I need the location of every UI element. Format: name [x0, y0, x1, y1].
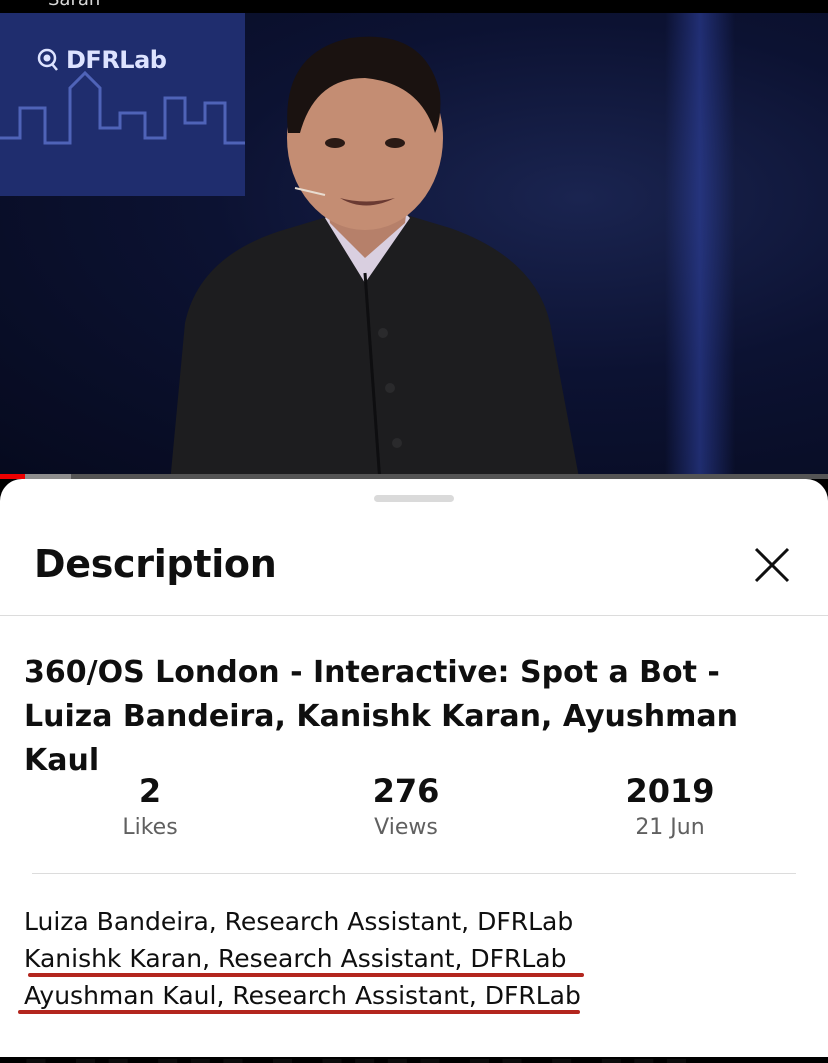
description-overflow-line: ▬ ▬▬ ▬▬▬ ▬ ▬▬▬▬ ▬▬ ▬ ▬▬▬ ▬▬ ▬▬▬: [24, 1051, 714, 1063]
magnifier-logo-icon: [37, 48, 58, 71]
red-underline-annotation: [18, 1010, 580, 1014]
sheet-header-divider: [0, 615, 828, 616]
views-stat: 276 Views: [306, 769, 506, 843]
sheet-title: Description: [34, 542, 277, 586]
date-stat: 2019 21 Jun: [570, 769, 770, 843]
description-text: Luiza Bandeira, Research Assistant, DFRL…: [18, 903, 814, 1014]
description-line: Kanishk Karan, Research Assistant, DFRLa…: [24, 944, 567, 973]
video-player[interactable]: DFRLab: [0, 13, 828, 475]
upload-year: 2019: [625, 772, 715, 810]
likes-stat: 2 Likes: [50, 769, 250, 843]
description-line: Luiza Bandeira, Research Assistant, DFRL…: [24, 907, 574, 936]
speaker-figure: [170, 36, 579, 475]
sheet-drag-handle[interactable]: [374, 495, 454, 502]
stats-row: 2 Likes 276 Views 2019 21 Jun: [0, 769, 828, 849]
close-icon: [754, 547, 790, 583]
views-count: 276: [372, 772, 440, 810]
video-title: 360/OS London - Interactive: Spot a Bot …: [24, 655, 738, 778]
description-sheet: Description 360/OS London - Interactive:…: [0, 479, 828, 1063]
clipped-header-text: Saran: [48, 0, 100, 10]
upload-date: 21 Jun: [635, 815, 705, 840]
views-label: Views: [374, 815, 438, 840]
likes-count: 2: [138, 772, 162, 810]
description-line: Ayushman Kaul, Research Assistant, DFRLa…: [24, 981, 581, 1010]
status-strip: Saran: [0, 0, 828, 13]
stats-divider: [32, 873, 796, 874]
stage-light: [665, 13, 735, 475]
close-button[interactable]: [746, 539, 798, 591]
likes-label: Likes: [122, 815, 178, 840]
red-underline-annotation: [28, 973, 584, 977]
